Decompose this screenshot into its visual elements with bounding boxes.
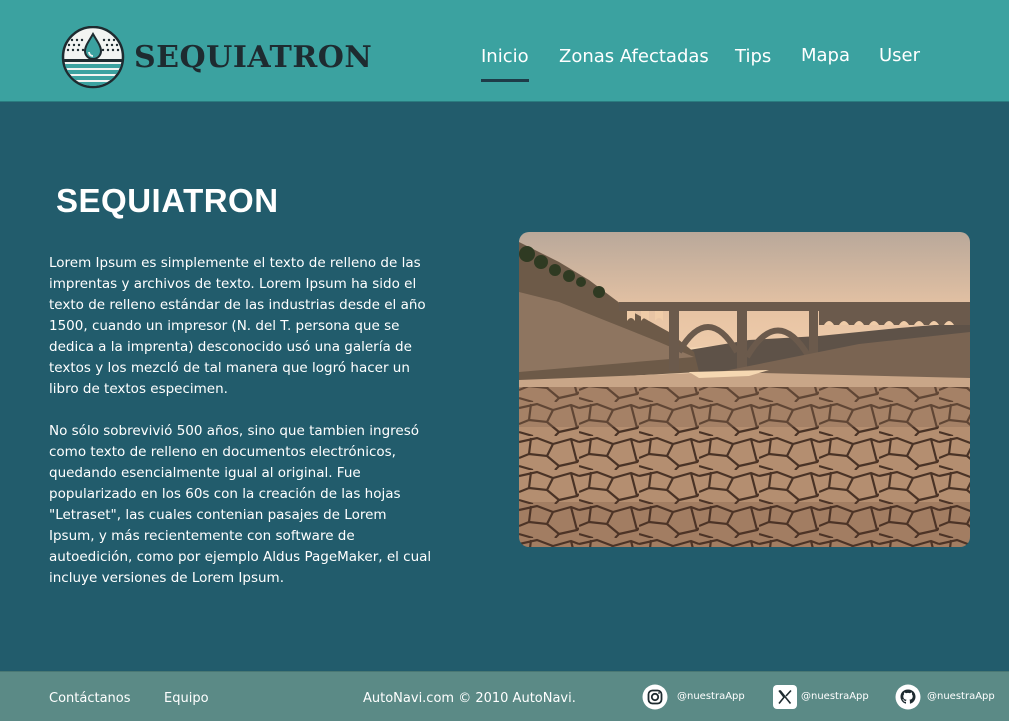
github-icon[interactable] <box>895 684 921 710</box>
footer-link-equipo[interactable]: Equipo <box>164 691 209 706</box>
nav-item-tips[interactable]: Tips <box>735 46 771 67</box>
nav-item-mapa[interactable]: Mapa <box>801 45 850 66</box>
site-header: SEQUIATRON Inicio Zonas Afectadas Tips M… <box>0 0 1009 102</box>
intro-paragraph: Lorem Ipsum es simplemente el texto de r… <box>49 255 426 397</box>
github-handle[interactable]: @nuestraApp <box>927 691 995 702</box>
history-paragraph: No sólo sobrevivió 500 años, sino que ta… <box>49 423 432 586</box>
water-drop-logo-icon[interactable] <box>60 26 126 92</box>
nav-item-inicio[interactable]: Inicio <box>481 46 529 82</box>
x-twitter-icon[interactable] <box>773 685 797 709</box>
page-title: SEQUIATRON <box>56 182 279 219</box>
hero-image <box>519 232 970 547</box>
nav-item-zonas-afectadas[interactable]: Zonas Afectadas <box>559 46 709 67</box>
footer-link-contactanos[interactable]: Contáctanos <box>49 691 131 706</box>
nav-item-user[interactable]: User <box>879 45 920 66</box>
footer-copyright: AutoNavi.com © 2010 AutoNavi. <box>363 691 576 706</box>
drought-cracked-earth-bridge-photo <box>519 232 970 547</box>
instagram-handle[interactable]: @nuestraApp <box>677 691 745 702</box>
brand-name[interactable]: SEQUIATRON <box>134 40 372 75</box>
x-handle[interactable]: @nuestraApp <box>801 691 869 702</box>
site-footer: Contáctanos Equipo AutoNavi.com © 2010 A… <box>0 671 1009 721</box>
instagram-icon[interactable] <box>642 684 668 710</box>
